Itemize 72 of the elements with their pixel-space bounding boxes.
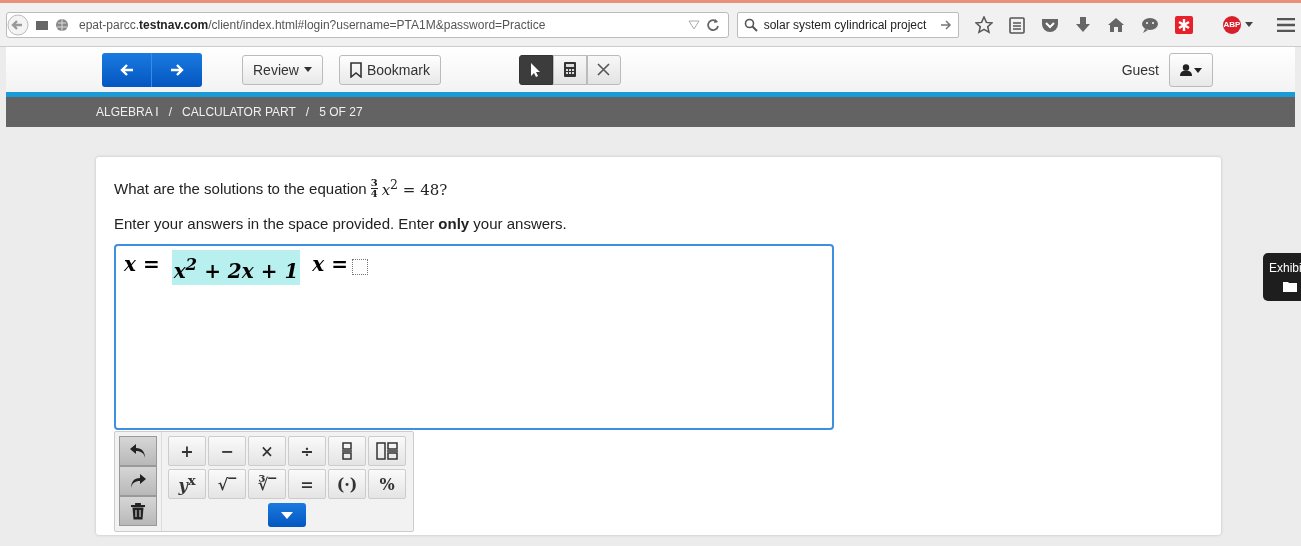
review-button[interactable]: Review <box>242 54 323 85</box>
math-expression: x = <box>123 251 161 278</box>
star-icon[interactable] <box>975 15 993 34</box>
back-icon[interactable] <box>7 13 29 36</box>
globe-icon <box>55 17 69 32</box>
expand-keypad-button[interactable] <box>268 503 306 527</box>
keypad-key[interactable]: − <box>208 436 246 466</box>
pocket-icon[interactable] <box>1041 16 1059 33</box>
close-icon <box>597 63 611 76</box>
redo-button[interactable] <box>119 466 157 496</box>
right-arrow-icon <box>170 63 184 76</box>
undo-icon <box>129 443 147 459</box>
close-tool-button[interactable] <box>586 54 621 85</box>
url-text: epat-parcc.testnav.com/client/index.html#login?username=PTA1M&password=Practice <box>79 17 547 32</box>
keypad-key[interactable]: ÷ <box>288 436 326 466</box>
fraction-icon <box>342 442 352 460</box>
left-arrow-icon <box>119 63 134 76</box>
folder-icon <box>35 18 49 31</box>
exhibits-label: Exhibi <box>1269 261 1301 275</box>
breadcrumb-item: ALGEBRA I <box>96 105 159 119</box>
answer-field[interactable]: x = x$^{2}$ + 2x + 1 x = <box>114 244 834 430</box>
next-button[interactable] <box>152 52 202 87</box>
asterisk-icon[interactable] <box>1175 15 1193 34</box>
user-name: Guest <box>1121 61 1159 78</box>
keypad-key[interactable]: ∛‾ <box>248 469 286 499</box>
fraction-key[interactable] <box>328 436 366 466</box>
adblock-badge[interactable]: ABP <box>1223 15 1241 34</box>
previous-button[interactable] <box>102 52 152 87</box>
pointer-tool-button[interactable] <box>518 54 553 85</box>
breadcrumb-separator: / <box>168 105 173 119</box>
instruction-text: Enter your answers in the space provided. Enter only your answers. <box>114 215 568 232</box>
redo-icon <box>129 473 147 489</box>
caret-icon <box>281 511 293 519</box>
keypad-key[interactable]: × <box>248 436 286 466</box>
calculator-icon <box>563 62 576 77</box>
breadcrumb-item: 5 OF 27 <box>319 105 363 119</box>
math-expression: x = <box>311 251 349 278</box>
search-icon <box>743 17 758 32</box>
breadcrumb-item: CALCULATOR PART <box>182 105 296 119</box>
keypad-key[interactable]: + <box>168 436 206 466</box>
user-menu-button[interactable] <box>1169 52 1213 87</box>
address-bar[interactable]: epat-parcc.testnav.com/client/index.html#login?username=PTA1M&password=Practice <box>6 11 729 38</box>
trash-icon <box>131 502 145 520</box>
exhibits-tab[interactable]: Exhibi <box>1263 253 1301 301</box>
arrow-icon[interactable] <box>940 18 952 31</box>
keypad-key[interactable]: % <box>368 469 406 499</box>
menu-icon[interactable] <box>1277 17 1295 32</box>
mixed-fraction-icon <box>376 442 398 460</box>
cursor-icon <box>529 61 542 78</box>
reload-icon[interactable] <box>705 17 720 32</box>
delete-button[interactable] <box>119 496 157 526</box>
download-icon[interactable] <box>1075 15 1091 34</box>
empty-answer-slot[interactable] <box>351 259 368 275</box>
user-icon <box>1180 63 1202 76</box>
bookmark-button[interactable]: Bookmark <box>338 54 441 85</box>
keypad-key[interactable]: (·) <box>328 469 366 499</box>
calculator-tool-button[interactable] <box>552 54 587 85</box>
folder-icon <box>1283 281 1297 292</box>
mixed-fraction-key[interactable] <box>368 436 406 466</box>
undo-button[interactable] <box>119 436 157 466</box>
caret-icon[interactable] <box>1245 22 1253 27</box>
home-icon[interactable] <box>1107 16 1125 33</box>
caret-icon <box>303 67 312 72</box>
keypad-key[interactable]: = <box>288 469 326 499</box>
breadcrumb-separator: / <box>305 105 310 119</box>
clipboard-icon[interactable] <box>1009 15 1025 34</box>
math-expression: x$^{2}$ + 2x + 1 <box>171 250 301 285</box>
search-field[interactable]: solar system cylindrical project <box>736 11 959 38</box>
keypad-key[interactable]: y$^{x}$ <box>168 469 206 499</box>
bookmark-icon <box>349 61 362 78</box>
chat-icon[interactable] <box>1141 16 1159 33</box>
keypad-key[interactable]: √‾ <box>208 469 246 499</box>
